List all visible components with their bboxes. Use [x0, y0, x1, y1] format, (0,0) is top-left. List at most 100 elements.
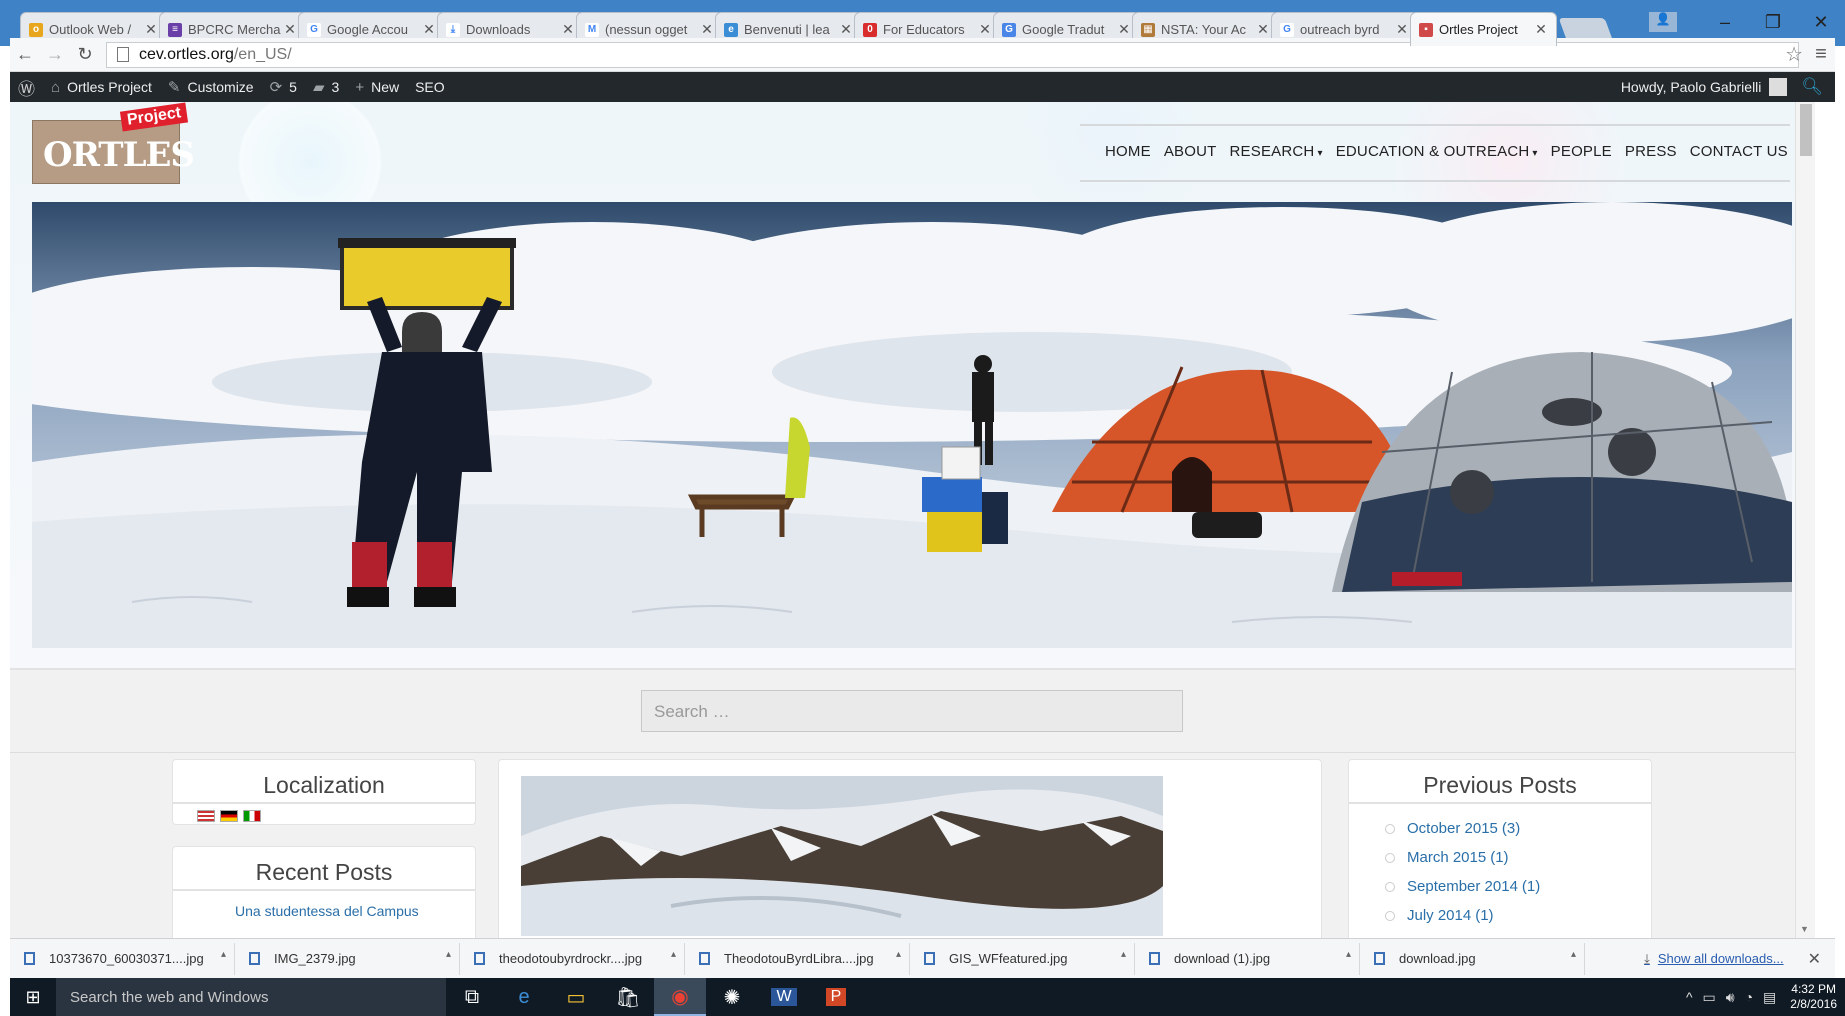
nav-item[interactable]: ABOUT — [1164, 143, 1217, 160]
nav-item[interactable]: EDUCATION & OUTREACH ▾ — [1336, 143, 1538, 160]
recent-post-link[interactable]: Una studentessa del Campus — [173, 903, 475, 919]
download-menu-icon[interactable]: ▴ — [446, 949, 451, 960]
seo-link[interactable]: SEO — [415, 79, 445, 95]
archive-count: (3) — [1501, 820, 1521, 837]
nav-item[interactable]: CONTACT US — [1690, 143, 1788, 160]
forward-button[interactable]: → — [40, 44, 70, 65]
browser-tab[interactable]: ▪ Ortles Project ✕ — [1410, 12, 1557, 46]
site-name-label: Ortles Project — [67, 79, 152, 95]
window-controls: 👤 – ❐ ✕ — [1649, 8, 1845, 36]
updates-link[interactable]: ⟳ 5 — [270, 78, 297, 96]
store-icon[interactable]: 🛍︎ — [602, 978, 654, 1016]
download-menu-icon[interactable]: ▴ — [1121, 949, 1126, 960]
battery-icon[interactable]: ▭ — [1703, 989, 1716, 1006]
download-item[interactable]: 10373670_60030371....jpg ▴ — [10, 942, 235, 975]
image-file-icon — [699, 952, 710, 965]
flag-it-icon[interactable] — [243, 810, 261, 822]
scrollbar-thumb[interactable] — [1800, 104, 1812, 156]
tab-close-icon[interactable]: ✕ — [839, 21, 853, 38]
download-item[interactable]: download (1).jpg ▴ — [1135, 942, 1360, 975]
page-scrollbar[interactable]: ▼ — [1795, 102, 1815, 938]
tab-close-icon[interactable]: ✕ — [1534, 21, 1548, 38]
nav-item[interactable]: RESEARCH ▾ — [1230, 143, 1323, 160]
new-content-link[interactable]: + New — [355, 79, 399, 96]
image-file-icon — [24, 952, 35, 965]
download-item[interactable]: TheodotouByrdLibra....jpg ▴ — [685, 942, 910, 975]
tab-close-icon[interactable]: ✕ — [1117, 21, 1131, 38]
profile-icon[interactable]: 👤 — [1649, 12, 1677, 32]
flag-de-icon[interactable] — [220, 810, 238, 822]
flag-us-icon[interactable] — [197, 810, 215, 822]
nav-item[interactable]: PRESS — [1625, 143, 1677, 160]
site-logo[interactable]: ORTLES Project — [32, 102, 195, 184]
download-item[interactable]: theodotoubyrdrockr....jpg ▴ — [460, 942, 685, 975]
download-item[interactable]: GIS_WFfeatured.jpg ▴ — [910, 942, 1135, 975]
reload-button[interactable]: ↻ — [70, 44, 100, 65]
customize-link[interactable]: ✎ Customize — [168, 78, 254, 96]
menu-icon[interactable]: ≡ — [1807, 43, 1835, 66]
comment-icon: ▰ — [312, 79, 325, 96]
close-window-button[interactable]: ✕ — [1797, 8, 1845, 36]
windows-start-icon[interactable]: ⊞ — [10, 978, 56, 1016]
edge-browser-icon[interactable]: e — [498, 978, 550, 1016]
dashboard-icon: ⌂ — [51, 78, 61, 96]
download-filename: TheodotouByrdLibra....jpg — [724, 951, 874, 966]
archive-item[interactable]: March 2015 (1) — [1385, 849, 1651, 866]
archive-item[interactable]: July 2014 (1) — [1385, 907, 1651, 924]
archive-item[interactable]: October 2015 (3) — [1385, 820, 1651, 837]
tab-favicon-icon: M — [585, 22, 599, 37]
volume-icon[interactable]: 🔊︎ — [1726, 989, 1735, 1006]
tab-close-icon[interactable]: ✕ — [1256, 21, 1270, 38]
image-file-icon — [1149, 952, 1160, 965]
file-explorer-icon[interactable]: ▭ — [550, 978, 602, 1016]
bookmark-star-icon[interactable]: ☆ — [1785, 42, 1803, 67]
search-icon[interactable]: 🔍︎ — [1801, 77, 1823, 97]
archive-item[interactable]: September 2014 (1) — [1385, 878, 1651, 895]
notifications-icon[interactable]: ▤ — [1763, 989, 1776, 1006]
nav-item[interactable]: HOME — [1105, 143, 1151, 160]
updates-icon: ⟳ — [269, 79, 283, 96]
tab-close-icon[interactable]: ✕ — [561, 21, 575, 38]
site-name-link[interactable]: ⌂ Ortles Project — [51, 79, 152, 96]
minimize-button[interactable]: – — [1701, 8, 1749, 36]
back-button[interactable]: ← — [10, 44, 40, 65]
tab-close-icon[interactable]: ✕ — [144, 21, 158, 38]
download-menu-icon[interactable]: ▴ — [671, 949, 676, 960]
download-menu-icon[interactable]: ▴ — [1346, 949, 1351, 960]
nav-item[interactable]: PEOPLE — [1551, 143, 1612, 160]
search-input[interactable]: Search … — [641, 690, 1183, 732]
clock[interactable]: 4:32 PM 2/8/2016 — [1790, 982, 1837, 1012]
tab-close-icon[interactable]: ✕ — [978, 21, 992, 38]
chrome-icon[interactable]: ◉ — [654, 978, 706, 1016]
tab-close-icon[interactable]: ✕ — [1395, 21, 1409, 38]
comments-link[interactable]: ▰ 3 — [313, 78, 339, 96]
logo-word: ORTLES — [43, 135, 195, 175]
tab-close-icon[interactable]: ✕ — [700, 21, 714, 38]
download-item[interactable]: IMG_2379.jpg ▴ — [235, 942, 460, 975]
nav-item-label: ABOUT — [1163, 143, 1217, 160]
powerpoint-icon[interactable]: P — [810, 978, 862, 1016]
system-tray: ^ ▭ 🔊︎ ◔ ▤ 4:32 PM 2/8/2016 — [1676, 982, 1837, 1012]
wordpress-logo-icon[interactable]: Ⓦ — [18, 75, 35, 100]
maximize-button[interactable]: ❐ — [1749, 8, 1797, 36]
show-all-downloads-link[interactable]: ⤓ Show all downloads... — [1644, 951, 1784, 967]
close-downloads-icon[interactable]: ✕ — [1808, 949, 1821, 969]
tab-close-icon[interactable]: ✕ — [422, 21, 436, 38]
scroll-down-icon[interactable]: ▼ — [1800, 924, 1809, 934]
clock-time: 4:32 PM — [1791, 982, 1836, 996]
download-item[interactable]: download.jpg ▴ — [1360, 942, 1585, 975]
download-menu-icon[interactable]: ▴ — [221, 949, 226, 960]
howdy-user-link[interactable]: Howdy, Paolo Gabrielli — [1621, 79, 1762, 95]
download-filename: download.jpg — [1399, 951, 1476, 966]
taskbar-search-input[interactable]: Search the web and Windows — [56, 978, 446, 1016]
wifi-icon[interactable]: ◔ — [1745, 989, 1753, 1005]
media-app-icon[interactable]: ✺ — [706, 978, 758, 1016]
avatar[interactable] — [1769, 78, 1788, 96]
image-file-icon — [924, 952, 935, 965]
word-icon[interactable]: W — [758, 978, 810, 1016]
task-view-icon[interactable]: ⧉ — [446, 978, 498, 1016]
download-menu-icon[interactable]: ▴ — [1571, 949, 1576, 960]
tray-chevron-icon[interactable]: ^ — [1686, 989, 1693, 1005]
download-menu-icon[interactable]: ▴ — [896, 949, 901, 960]
tab-close-icon[interactable]: ✕ — [283, 21, 297, 38]
